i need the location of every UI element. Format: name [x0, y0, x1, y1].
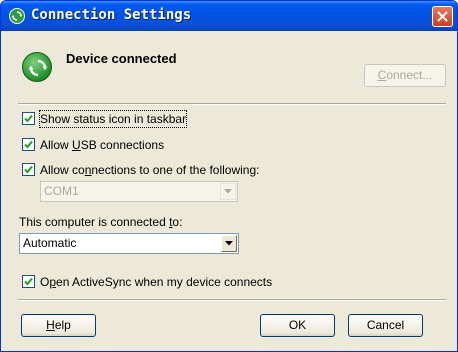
- chevron-down-icon: [224, 189, 232, 194]
- allow-usb-label-post: SB connections: [80, 138, 165, 152]
- connected-to-select[interactable]: Automatic: [19, 233, 239, 254]
- separator: [18, 299, 446, 301]
- open-activesync-label-pre: O: [40, 275, 50, 289]
- checkmark-icon: [24, 114, 33, 123]
- title-bar[interactable]: Connection Settings: [1, 1, 457, 31]
- separator: [18, 103, 446, 105]
- allow-usb-checkbox[interactable]: [22, 138, 35, 151]
- close-button[interactable]: [432, 6, 453, 27]
- connected-to-select-value: Automatic: [23, 236, 77, 250]
- checkmark-icon: [24, 277, 33, 286]
- close-icon: [437, 11, 448, 22]
- open-activesync-label: Open ActiveSync when my device connects: [40, 274, 272, 290]
- help-mnemonic: H: [46, 318, 55, 332]
- help-button[interactable]: Help: [21, 314, 96, 337]
- connected-to-label-pre: This computer is connected: [19, 215, 170, 229]
- connect-mnemonic: C: [377, 68, 387, 82]
- allow-usb-label: Allow USB connections: [40, 137, 164, 153]
- dialog-body: Device connected Connect... Show status …: [4, 31, 454, 349]
- chevron-down-icon: [225, 241, 233, 246]
- allow-usb-label-pre: Allow: [40, 138, 73, 152]
- allow-connections-checkbox[interactable]: [22, 163, 35, 176]
- port-dropdown-button[interactable]: [220, 183, 236, 200]
- connected-to-dropdown-button[interactable]: [221, 235, 237, 252]
- window-title: Connection Settings: [31, 7, 192, 23]
- sync-status-icon: [22, 52, 52, 82]
- allow-connections-label: Allow connections to one of the followin…: [40, 162, 260, 178]
- show-status-icon-label: Show status icon in taskbar: [38, 110, 188, 128]
- open-activesync-label-post: en ActiveSync when my device connects: [56, 275, 273, 289]
- port-select-value: COM1: [44, 184, 79, 198]
- connection-status: Device connected: [66, 51, 177, 66]
- connect-button[interactable]: Connect...: [364, 64, 446, 87]
- allow-connections-label-post: nections to one of the following:: [91, 163, 260, 177]
- checkmark-icon: [24, 165, 33, 174]
- help-label-post: elp: [54, 318, 71, 332]
- allow-usb-mnemonic: U: [72, 138, 81, 152]
- allow-connections-label-pre: Allow co: [40, 163, 85, 177]
- checkmark-icon: [24, 140, 33, 149]
- connect-label-post: onnect...: [386, 68, 433, 82]
- sync-icon: [9, 8, 25, 24]
- connected-to-label-post: o:: [172, 215, 183, 229]
- connection-settings-dialog: Connection Settings Device connected Con…: [0, 0, 458, 352]
- connected-to-label: This computer is connected to:: [19, 215, 182, 229]
- port-select[interactable]: COM1: [40, 181, 238, 202]
- cancel-button[interactable]: Cancel: [348, 314, 423, 337]
- ok-button[interactable]: OK: [260, 314, 335, 337]
- open-activesync-checkbox[interactable]: [22, 275, 35, 288]
- show-status-icon-checkbox[interactable]: [22, 112, 35, 125]
